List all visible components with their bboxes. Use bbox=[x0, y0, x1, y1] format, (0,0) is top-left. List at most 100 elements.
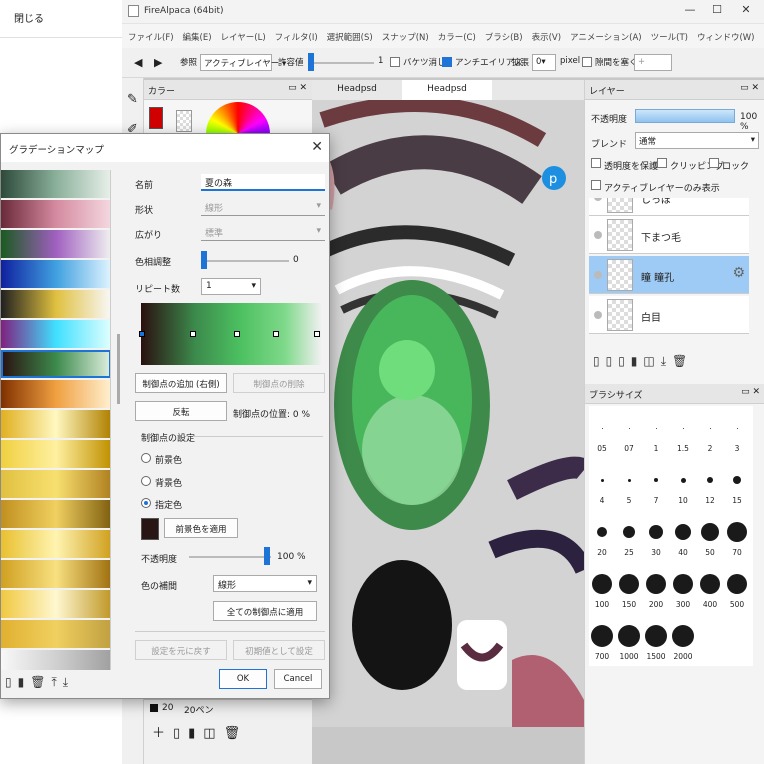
gradient-preset-item[interactable] bbox=[1, 620, 110, 648]
brush-tool-icon[interactable]: ✎ bbox=[127, 92, 138, 107]
menu-item[interactable]: 表示(V) bbox=[532, 33, 561, 43]
layer-action-icons[interactable]: ▯▯▯▮◫⤓🗑 bbox=[593, 354, 693, 369]
visibility-icon[interactable] bbox=[594, 231, 602, 239]
brush-size-item[interactable]: 50 bbox=[697, 510, 723, 560]
panel-buttons[interactable]: ▭ ✕ bbox=[288, 83, 307, 93]
brush-size-item[interactable]: 30 bbox=[643, 510, 669, 560]
menu-item[interactable]: カラー(C) bbox=[438, 33, 476, 43]
foreground-color-swatch[interactable] bbox=[149, 107, 163, 129]
gradient-preset-item[interactable] bbox=[1, 350, 110, 378]
tab-headpsd-2[interactable]: Headpsd bbox=[402, 80, 492, 100]
brush-size-item[interactable]: 15 bbox=[724, 458, 750, 508]
brush-action-icons[interactable]: ＋▯▮◫🗑 bbox=[152, 722, 248, 741]
tab-headpsd-1[interactable]: Headpsd bbox=[312, 80, 402, 100]
control-point-2[interactable] bbox=[234, 331, 240, 337]
brush-size-item[interactable]: 1000 bbox=[616, 614, 642, 664]
clipping-checkbox[interactable] bbox=[657, 158, 667, 168]
control-point-0[interactable] bbox=[139, 331, 145, 337]
brush-size-item[interactable]: 300 bbox=[670, 562, 696, 612]
blend-select[interactable]: 通常 ▾ bbox=[635, 132, 759, 149]
gradient-preview-bar[interactable] bbox=[141, 303, 321, 365]
gradient-preset-item[interactable] bbox=[1, 470, 110, 498]
antialias-checkbox[interactable] bbox=[442, 57, 452, 67]
gradient-preset-item[interactable] bbox=[1, 650, 110, 670]
brush-size-item[interactable]: 05 bbox=[589, 406, 615, 456]
restore-settings-button[interactable]: 設定を元に戻す bbox=[135, 640, 227, 660]
cancel-button[interactable]: Cancel bbox=[274, 669, 322, 689]
layer-row[interactable]: 下まつ毛 bbox=[589, 216, 749, 254]
menu-item[interactable]: 選択範囲(S) bbox=[327, 33, 373, 43]
ok-button[interactable]: OK bbox=[219, 669, 267, 689]
brush-size-item[interactable]: 07 bbox=[616, 406, 642, 456]
background-radio[interactable] bbox=[141, 476, 151, 486]
brush-size-item[interactable]: 10 bbox=[670, 458, 696, 508]
prev-icon[interactable]: ◀ bbox=[134, 56, 142, 69]
tolerance-slider-thumb[interactable] bbox=[308, 53, 314, 71]
hue-slider-thumb[interactable] bbox=[201, 251, 207, 269]
gradient-preset-item[interactable] bbox=[1, 590, 110, 618]
bucket-erase-checkbox[interactable] bbox=[390, 57, 400, 67]
delete-control-point-button[interactable]: 制御点の削除 bbox=[233, 373, 325, 393]
gradient-preset-item[interactable] bbox=[1, 500, 110, 528]
ref-select[interactable]: アクティブレイヤー ▾ bbox=[200, 54, 286, 71]
panel-buttons[interactable]: ▭ ✕ bbox=[740, 83, 759, 93]
repeat-select[interactable]: 1 ▾ bbox=[201, 278, 261, 295]
menu-item[interactable]: レイヤー(L) bbox=[221, 33, 266, 43]
gap-close-select[interactable]: + bbox=[634, 54, 672, 71]
brush-size-item[interactable]: 700 bbox=[589, 614, 615, 664]
brush-size-item[interactable]: 100 bbox=[589, 562, 615, 612]
brush-size-item[interactable]: 2000 bbox=[670, 614, 696, 664]
layer-row-selected[interactable]: 瞳 瞳孔 ⚙ bbox=[589, 256, 749, 294]
gradient-preset-item[interactable] bbox=[1, 230, 110, 258]
brush-size-item[interactable]: 20 bbox=[589, 510, 615, 560]
control-point-3[interactable] bbox=[273, 331, 279, 337]
menu-item[interactable]: フィルタ(I) bbox=[275, 33, 318, 43]
control-point-4[interactable] bbox=[314, 331, 320, 337]
menu-item[interactable]: ファイル(F) bbox=[128, 33, 174, 43]
spread-select[interactable]: 標準 ▾ bbox=[201, 224, 325, 241]
invert-button[interactable]: 反転 bbox=[135, 401, 227, 421]
gradient-preset-item[interactable] bbox=[1, 440, 110, 468]
brush-size-item[interactable]: 3 bbox=[724, 406, 750, 456]
point-opacity-thumb[interactable] bbox=[264, 547, 270, 565]
point-opacity-track[interactable] bbox=[189, 556, 271, 558]
menu-item[interactable]: 編集(E) bbox=[183, 33, 212, 43]
brush-size-item[interactable]: 200 bbox=[643, 562, 669, 612]
gradient-preset-item[interactable] bbox=[1, 320, 110, 348]
gradient-preset-item[interactable] bbox=[1, 260, 110, 288]
background-color-swatch[interactable] bbox=[176, 110, 192, 132]
active-only-checkbox[interactable] bbox=[591, 180, 601, 190]
dialog-close-icon[interactable]: ✕ bbox=[311, 139, 323, 155]
protect-alpha-checkbox[interactable] bbox=[591, 158, 601, 168]
gear-icon[interactable]: ⚙ bbox=[732, 265, 745, 281]
name-field[interactable]: 夏の森 bbox=[201, 174, 325, 191]
gap-close-checkbox[interactable] bbox=[582, 57, 592, 67]
visibility-icon[interactable] bbox=[594, 311, 602, 319]
menu-item[interactable]: アニメーション(A) bbox=[570, 33, 642, 43]
brush-size-item[interactable]: 40 bbox=[670, 510, 696, 560]
brush-size-item[interactable]: 150 bbox=[616, 562, 642, 612]
gradient-preset-item[interactable] bbox=[1, 200, 110, 228]
brush-size-item[interactable]: 5 bbox=[616, 458, 642, 508]
brush-size-item[interactable]: 500 bbox=[724, 562, 750, 612]
menu-item[interactable]: ブラシ(B) bbox=[485, 33, 523, 43]
foreground-radio[interactable] bbox=[141, 453, 151, 463]
minimize-button[interactable]: — bbox=[678, 3, 702, 19]
preset-action-icons[interactable]: ▯▮🗑⤒⤓ bbox=[5, 675, 74, 690]
brush-size-item[interactable]: 7 bbox=[643, 458, 669, 508]
preset-list-scrollbar[interactable] bbox=[117, 334, 120, 404]
panel-buttons[interactable]: ▭ ✕ bbox=[741, 387, 760, 397]
apply-foreground-button[interactable]: 前景色を適用 bbox=[164, 518, 238, 538]
control-point-1[interactable] bbox=[190, 331, 196, 337]
menu-item[interactable]: ウィンドウ(W) bbox=[697, 33, 755, 43]
brush-size-item[interactable]: 400 bbox=[697, 562, 723, 612]
brush-size-item[interactable]: 1500 bbox=[643, 614, 669, 664]
next-icon[interactable]: ▶ bbox=[154, 56, 162, 69]
canvas[interactable]: p bbox=[312, 100, 584, 727]
shape-select[interactable]: 線形 ▾ bbox=[201, 199, 325, 216]
visibility-icon[interactable] bbox=[594, 198, 602, 201]
brush-size-item[interactable]: 1 bbox=[643, 406, 669, 456]
brush-size-item[interactable]: 2 bbox=[697, 406, 723, 456]
brush-size-item[interactable]: 1.5 bbox=[670, 406, 696, 456]
gradient-preset-item[interactable] bbox=[1, 410, 110, 438]
